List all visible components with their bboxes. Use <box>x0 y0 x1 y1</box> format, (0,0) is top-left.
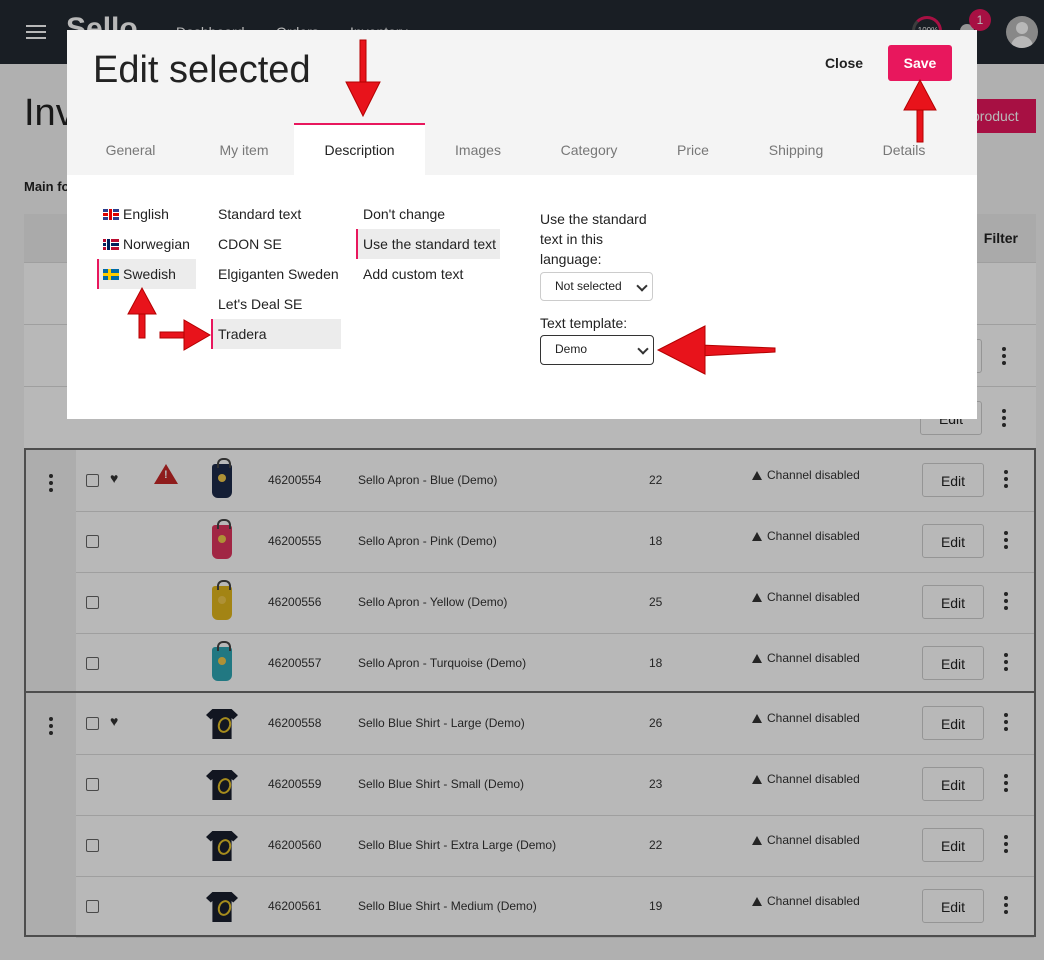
arrow-down-icon <box>345 39 381 118</box>
arrow-up-icon <box>903 78 937 143</box>
arrow-up-icon <box>127 286 157 339</box>
arrow-left-icon <box>656 325 776 375</box>
annotation-arrows <box>127 39 937 375</box>
arrow-right-icon <box>159 319 212 351</box>
